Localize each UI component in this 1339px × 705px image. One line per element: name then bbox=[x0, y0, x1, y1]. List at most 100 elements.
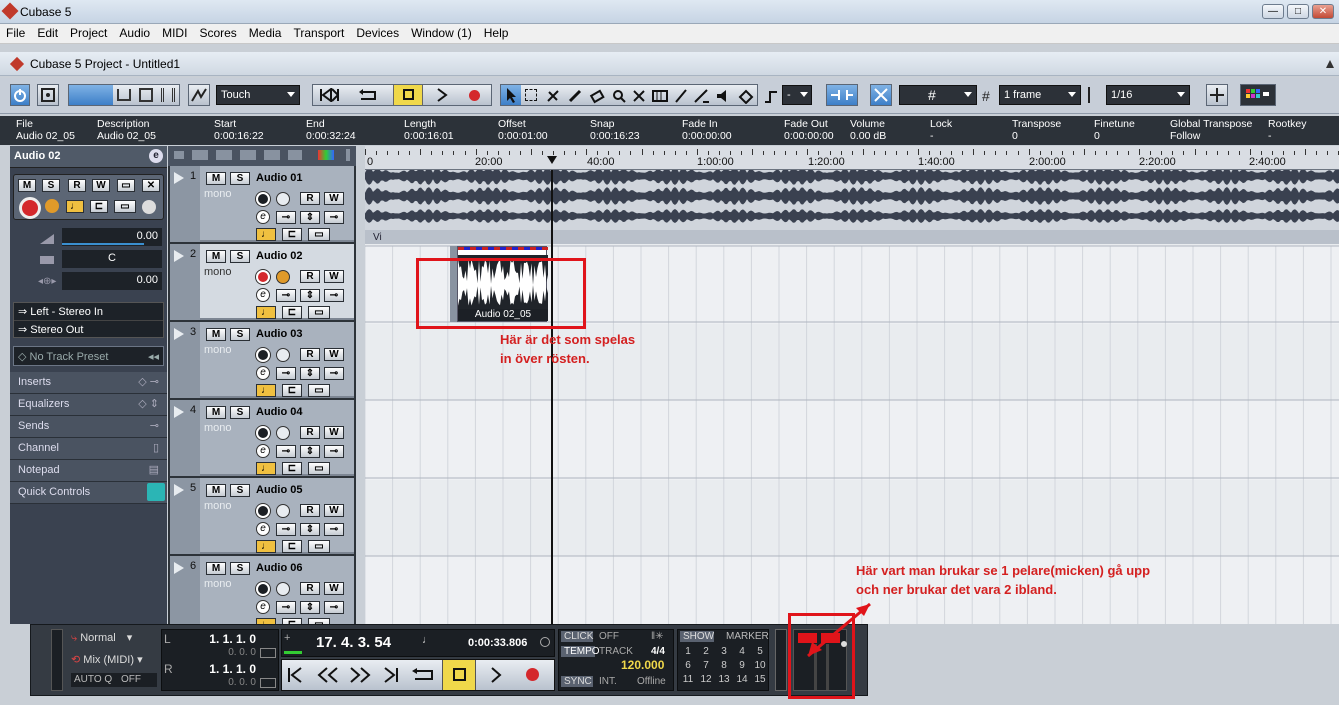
section-channel[interactable]: Channel ▯ bbox=[10, 438, 167, 460]
musical-timebase-icon[interactable]: ♩ bbox=[256, 540, 276, 553]
marker-button-13[interactable]: 13 bbox=[716, 674, 732, 685]
track-colors-icon[interactable] bbox=[318, 150, 334, 160]
quantize-value-select[interactable]: 1/16 bbox=[1106, 85, 1190, 105]
inspector-volume-field[interactable]: 0.00 bbox=[62, 228, 162, 246]
lock-icon[interactable]: ▭ bbox=[308, 306, 330, 319]
inserts-bypass-icon[interactable]: ⊸ bbox=[276, 289, 296, 302]
go-to-start-icon[interactable] bbox=[319, 88, 339, 102]
position-plus-icon[interactable]: + bbox=[284, 632, 290, 644]
record-button[interactable] bbox=[469, 90, 480, 101]
read-automation-button[interactable]: R bbox=[300, 348, 320, 361]
track-name[interactable]: Audio 02 bbox=[256, 250, 302, 262]
line-tool-icon[interactable] bbox=[693, 88, 711, 104]
record-enable-button[interactable] bbox=[256, 270, 270, 284]
locator-mode-icon[interactable] bbox=[260, 648, 276, 658]
marker-button-11[interactable]: 11 bbox=[680, 674, 696, 685]
quantize-setup-icon[interactable] bbox=[1206, 84, 1228, 106]
track-6[interactable]: 6MSAudio 06monoRWe⊸⇕⊸♩⊏▭ bbox=[170, 556, 354, 632]
read-automation-button[interactable]: R bbox=[300, 582, 320, 595]
expand-track-icon[interactable] bbox=[174, 328, 184, 340]
constrain-delay-button[interactable] bbox=[37, 84, 59, 106]
inspector-pan-field[interactable]: C bbox=[62, 250, 162, 268]
sync-label[interactable]: SYNC bbox=[561, 676, 593, 687]
go-to-end-icon[interactable] bbox=[380, 666, 400, 684]
infoline-rootkey[interactable]: Rootkey - bbox=[1268, 118, 1307, 142]
stop-button[interactable] bbox=[393, 85, 423, 105]
infoline-snap[interactable]: Snap 0:00:16:23 bbox=[590, 118, 640, 142]
eq-bypass-icon[interactable]: ⇕ bbox=[300, 367, 320, 380]
record-enable-button[interactable] bbox=[256, 348, 270, 362]
monitor-button[interactable] bbox=[276, 192, 290, 206]
cycle-mode-select[interactable]: ⟲ Mix (MIDI) ▾ bbox=[71, 653, 143, 666]
click-label[interactable]: CLICK bbox=[561, 631, 593, 642]
inspector-solo-button[interactable]: S bbox=[42, 179, 60, 192]
marker-button-12[interactable]: 12 bbox=[698, 674, 714, 685]
track-mute-button[interactable]: M bbox=[206, 328, 226, 341]
lock-icon[interactable]: ▭ bbox=[308, 384, 330, 397]
infoline-toggle-button[interactable] bbox=[91, 85, 113, 105]
marker-button-4[interactable]: 4 bbox=[734, 646, 750, 657]
color-palette-button[interactable] bbox=[1240, 84, 1276, 106]
erase-tool-icon[interactable] bbox=[589, 88, 605, 104]
track-name[interactable]: Audio 03 bbox=[256, 328, 302, 340]
position-bars-value[interactable]: 17. 4. 3. 54 bbox=[316, 634, 391, 651]
edit-channel-icon[interactable]: e bbox=[256, 444, 270, 458]
eq-bypass-icon[interactable]: ⇕ bbox=[300, 601, 320, 614]
record-enable-button[interactable] bbox=[256, 504, 270, 518]
expand-track-icon[interactable] bbox=[174, 484, 184, 496]
marker-button-1[interactable]: 1 bbox=[680, 646, 696, 657]
inspector-timebase-button[interactable]: ♩ bbox=[66, 200, 84, 213]
output-routing[interactable]: ⇒ Stereo Out bbox=[14, 321, 163, 338]
write-automation-button[interactable]: W bbox=[324, 192, 344, 205]
infoline-description[interactable]: Description Audio 02_05 bbox=[97, 118, 156, 142]
marker-button-2[interactable]: 2 bbox=[698, 646, 714, 657]
tempo-value[interactable]: 120.000 bbox=[621, 658, 664, 672]
marker-button-5[interactable]: 5 bbox=[752, 646, 768, 657]
menu-transport[interactable]: Transport bbox=[287, 24, 350, 40]
inspector-edit-button[interactable] bbox=[142, 200, 156, 214]
automation-mode-icon[interactable] bbox=[188, 84, 210, 106]
global-mute-solo-icons[interactable] bbox=[192, 150, 302, 160]
marker-button-14[interactable]: 14 bbox=[734, 674, 750, 685]
split-tool-icon[interactable] bbox=[545, 88, 561, 104]
track-mute-button[interactable]: M bbox=[206, 250, 226, 263]
locator-mode-icon-2[interactable] bbox=[260, 678, 276, 688]
edit-channel-icon[interactable]: e bbox=[256, 210, 270, 224]
edit-channel-icon[interactable]: e bbox=[256, 522, 270, 536]
overview-icon[interactable] bbox=[117, 89, 131, 101]
inspector-freeze-button[interactable]: ✕ bbox=[142, 179, 160, 192]
inspector-mute-button[interactable]: M bbox=[18, 179, 36, 192]
zoom-tool-icon[interactable] bbox=[611, 88, 627, 104]
global-track-controls-icon[interactable] bbox=[174, 151, 184, 159]
menu-media[interactable]: Media bbox=[243, 24, 288, 40]
musical-timebase-icon[interactable]: ♩ bbox=[256, 228, 276, 241]
rewind-icon[interactable] bbox=[316, 666, 340, 684]
eq-bypass-icon[interactable]: ⇕ bbox=[300, 445, 320, 458]
track-name[interactable]: Audio 01 bbox=[256, 172, 302, 184]
menu-audio[interactable]: Audio bbox=[113, 24, 156, 40]
read-automation-button[interactable]: R bbox=[300, 426, 320, 439]
infoline-fade-out[interactable]: Fade Out 0:00:00:00 bbox=[784, 118, 834, 142]
inspector-bypass-button[interactable]: ▭ bbox=[117, 179, 135, 192]
lanes-icon[interactable]: ⊏ bbox=[282, 228, 302, 241]
write-automation-button[interactable]: W bbox=[324, 504, 344, 517]
object-selection-tool-icon[interactable] bbox=[501, 85, 521, 105]
track-solo-button[interactable]: S bbox=[230, 328, 250, 341]
inspector-delay-field[interactable]: 0.00 bbox=[62, 272, 162, 290]
expand-track-icon[interactable] bbox=[174, 250, 184, 262]
infoline-volume[interactable]: Volume 0.00 dB bbox=[850, 118, 886, 142]
write-automation-button[interactable]: W bbox=[324, 426, 344, 439]
track-mute-button[interactable]: M bbox=[206, 172, 226, 185]
section-sends[interactable]: Sends ⊸ bbox=[10, 416, 167, 438]
track-solo-button[interactable]: S bbox=[230, 250, 250, 263]
record-enable-button[interactable] bbox=[256, 192, 270, 206]
section-equalizers[interactable]: Equalizers ◇ ⇕ bbox=[10, 394, 167, 416]
write-automation-button[interactable]: W bbox=[324, 582, 344, 595]
lock-icon[interactable]: ▭ bbox=[308, 228, 330, 241]
track-mute-button[interactable]: M bbox=[206, 484, 226, 497]
menu-scores[interactable]: Scores bbox=[193, 24, 242, 40]
click-settings-icon[interactable]: ‖✳ bbox=[651, 631, 664, 642]
inspector-lanes-button[interactable]: ⊏ bbox=[90, 200, 108, 213]
menu-midi[interactable]: MIDI bbox=[156, 24, 193, 40]
inspector-monitor-button[interactable] bbox=[45, 199, 59, 213]
